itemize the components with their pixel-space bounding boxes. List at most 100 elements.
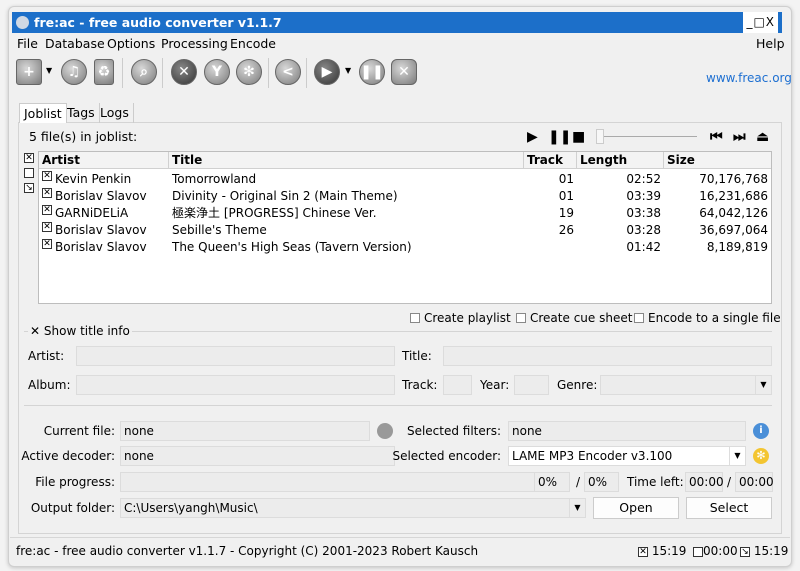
menu-database[interactable]: Database (45, 35, 105, 53)
title-input[interactable] (443, 346, 772, 366)
cell-size: 16,231,686 (699, 189, 768, 203)
cddb-query-icon[interactable]: ⌕ (131, 59, 157, 85)
tab-tags[interactable]: Tags (63, 103, 100, 123)
play-icon[interactable]: ▶ (527, 129, 538, 145)
chevron-down-icon: ▼ (729, 447, 745, 465)
cell-track: 01 (558, 172, 574, 186)
time-left-field: 00:00 (685, 472, 724, 492)
cell-title: 極楽浄土 [PROGRESS] Chinese Ver. (172, 206, 377, 220)
pause-icon[interactable]: ❚❚ (359, 59, 385, 85)
previous-track-icon[interactable]: ⏮ (710, 129, 723, 145)
year-input[interactable] (514, 375, 549, 395)
table-row[interactable]: ✕ GARNiDELiA 極楽浄土 [PROGRESS] Chinese Ver… (39, 205, 771, 222)
track-label: Track: (402, 378, 438, 392)
remove-icon[interactable]: ♻ (94, 59, 114, 85)
select-none-checkbox[interactable] (24, 168, 34, 178)
cell-title: The Queen's High Seas (Tavern Version) (172, 240, 412, 254)
current-file-label: Current file: (43, 424, 115, 438)
chevron-down-icon[interactable]: ▼ (46, 66, 52, 75)
menu-file[interactable]: File (17, 35, 38, 53)
file-progress-bar (120, 472, 535, 492)
menu-options[interactable]: Options (107, 35, 155, 53)
eject-icon[interactable]: ⏏ (756, 129, 769, 145)
create-playlist-checkbox[interactable] (410, 313, 420, 323)
seek-slider[interactable] (597, 136, 697, 137)
share-icon[interactable]: < (275, 59, 301, 85)
info-icon[interactable]: i (753, 423, 769, 439)
cell-artist: Borislav Slavov (55, 240, 147, 254)
chevron-down-icon: ▼ (569, 499, 585, 517)
create-cue-sheet-label: Create cue sheet (530, 311, 633, 325)
cell-size: 8,189,819 (706, 240, 768, 254)
encoder-config-icon[interactable]: ✻ (753, 448, 769, 464)
stop-icon[interactable]: ■ (572, 129, 585, 145)
genre-label: Genre: (557, 378, 598, 392)
start-encoding-icon[interactable]: ▶ (314, 59, 340, 85)
select-button[interactable]: Select (686, 497, 772, 519)
select-all-checkbox[interactable]: ✕ (24, 153, 34, 163)
cell-length: 02:52 (626, 172, 661, 186)
cover-art-icon (377, 423, 393, 439)
column-title[interactable]: Title (169, 152, 524, 169)
cell-title: Sebille's Theme (172, 223, 267, 237)
create-cue-sheet-checkbox[interactable] (516, 313, 526, 323)
status-bar: fre:ac - free audio converter v1.1.7 - C… (10, 537, 790, 563)
encoder-settings-icon[interactable]: ✻ (236, 59, 262, 85)
next-track-icon[interactable]: ⏭ (733, 129, 746, 145)
table-row[interactable]: ✕ Borislav Slavov The Queen's High Seas … (39, 239, 771, 256)
table-row[interactable]: ✕ Kevin Penkin Tomorrowland 01 02:52 70,… (39, 171, 771, 188)
joblist-count: 5 file(s) in joblist: (29, 129, 138, 144)
column-track[interactable]: Track (524, 152, 577, 169)
open-button[interactable]: Open (593, 497, 679, 519)
title-bar: fre:ac - free audio converter v1.1.7 _□X (12, 12, 782, 33)
status-time-remaining: 00:00 (693, 538, 738, 564)
tab-logs[interactable]: Logs (96, 103, 134, 123)
show-title-info-toggle[interactable]: ✕ Show title info (28, 321, 132, 341)
toggle-selection-checkbox[interactable]: ↘ (24, 183, 34, 193)
table-row[interactable]: ✕ Borislav Slavov Divinity - Original Si… (39, 188, 771, 205)
separator-slash: / (576, 475, 581, 489)
status-time-elapsed: ✕ 15:19 (638, 544, 687, 558)
menu-encode[interactable]: Encode (230, 35, 276, 53)
active-decoder-field: none (120, 446, 395, 466)
encode-single-file-label: Encode to a single file (648, 311, 781, 325)
output-folder-select[interactable]: C:\Users\yangh\Music\ ▼ (120, 498, 586, 518)
album-input[interactable] (76, 375, 395, 395)
joblist-table: Artist Title Track Length Size ✕ Kevin P… (38, 151, 772, 304)
output-folder-value: C:\Users\yangh\Music\ (124, 501, 258, 515)
tab-joblist[interactable]: Joblist (19, 103, 67, 123)
seek-handle[interactable] (596, 129, 604, 144)
website-link[interactable]: www.freac.org (706, 71, 792, 85)
column-size[interactable]: Size (664, 152, 771, 169)
add-files-icon[interactable]: + (16, 59, 42, 85)
track-input[interactable] (443, 375, 472, 395)
pause-icon[interactable]: ❚❚ (548, 129, 571, 145)
encoder-select[interactable]: LAME MP3 Encoder v3.100 ▼ (508, 446, 746, 466)
cell-artist: Borislav Slavov (55, 223, 147, 237)
cell-length: 01:42 (626, 240, 661, 254)
stop-icon[interactable]: ✕ (391, 59, 417, 85)
table-row[interactable]: ✕ Borislav Slavov Sebille's Theme 26 03:… (39, 222, 771, 239)
window-controls[interactable]: _□X (743, 12, 778, 33)
cell-track: 26 (558, 223, 574, 237)
separator (306, 58, 307, 88)
chevron-down-icon[interactable]: ▼ (345, 66, 351, 75)
column-artist[interactable]: Artist (39, 152, 169, 169)
selected-encoder-label: Selected encoder: (392, 449, 501, 463)
genre-select[interactable]: ▼ (600, 375, 772, 395)
selected-filters-field: none (508, 421, 746, 441)
filters-icon[interactable]: Y (204, 59, 230, 85)
separator (162, 58, 163, 88)
cell-artist: GARNiDELiA (55, 206, 129, 220)
menu-processing[interactable]: Processing (161, 35, 228, 53)
cell-title: Tomorrowland (172, 172, 257, 186)
column-length[interactable]: Length (577, 152, 664, 169)
encode-single-file-checkbox[interactable] (634, 313, 644, 323)
configure-icon[interactable]: ✕ (171, 59, 197, 85)
cell-length: 03:38 (626, 206, 661, 220)
artist-input[interactable] (76, 346, 395, 366)
year-label: Year: (480, 378, 510, 392)
current-file-field: none (120, 421, 370, 441)
add-audio-cd-icon[interactable]: ♫ (61, 59, 87, 85)
menu-help[interactable]: Help (756, 35, 785, 53)
